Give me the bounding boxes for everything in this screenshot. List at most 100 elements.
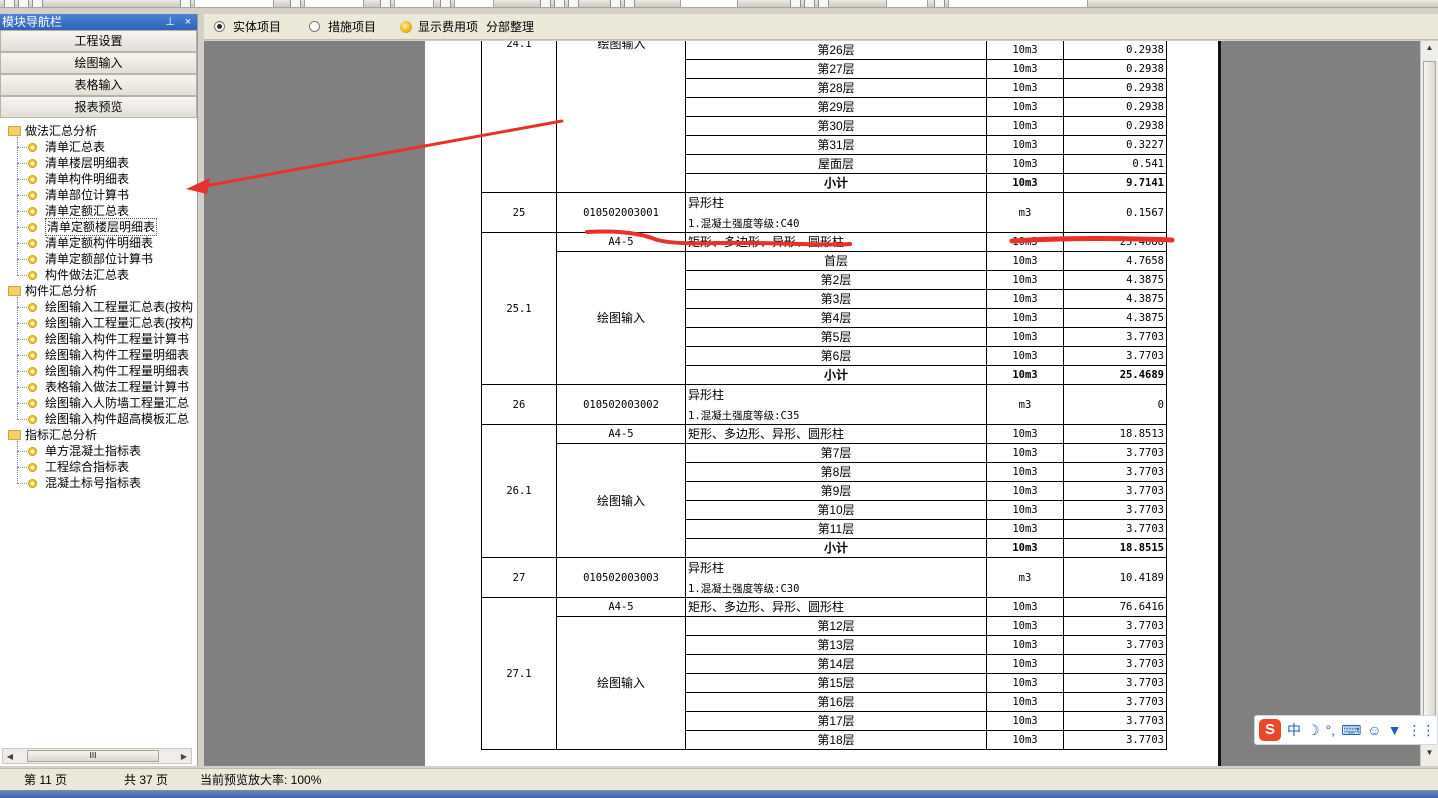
report-settings-button[interactable] [194,0,274,7]
keyboard-icon[interactable]: ⌨ [1341,722,1361,739]
source-cell: 绘图输入 [557,252,686,385]
report-icon[interactable] [290,0,301,7]
scroll-left-icon[interactable]: ◀ [3,752,17,761]
tree-item-label: 绘图输入构件工程量明细表 [45,364,190,378]
zoom-icon[interactable] [818,0,829,7]
tree-item-label: 清单汇总表 [45,140,106,154]
unit-cell: 10m3 [987,252,1064,271]
tree-item[interactable]: 工程综合指标表 [28,459,129,475]
tree-item[interactable]: 绘图输入构件工程量计算书 [28,331,189,347]
scroll-right-icon[interactable]: ▶ [177,752,191,761]
grid-icon[interactable]: ⋮⋮ [1407,722,1435,739]
qty-cell: 3.7703 [1064,617,1167,636]
report-button[interactable] [304,0,364,7]
tree-item[interactable]: 表格输入做法工程量计算书 [28,379,189,395]
moon-icon[interactable]: ☽ [1307,722,1320,739]
report-settings-icon[interactable] [180,0,191,7]
preview-vertical-scrollbar[interactable]: ▲ ▼ [1420,41,1438,766]
module-button-3[interactable]: 报表预览 [0,96,197,118]
open-icon[interactable] [18,0,29,7]
scroll-thumb[interactable]: III [27,750,159,762]
measure-items-radio[interactable]: 措施项目 [309,18,376,35]
tree-item[interactable]: 绘图输入构件超高模板汇总 [28,411,189,427]
vertical-scroll-thumb[interactable] [1423,61,1436,721]
floor-cell: 第7层 [686,444,987,463]
sogou-logo-icon[interactable]: S [1259,719,1281,741]
module-button-0[interactable]: 工程设置 [0,30,197,52]
zoom-input[interactable] [886,0,928,7]
save-icon[interactable] [32,0,43,7]
tree-connector [17,227,27,228]
module-button-2[interactable]: 表格输入 [0,74,197,96]
tree-item[interactable]: 清单定额楼层明细表 [28,218,158,236]
unit-cell: 10m3 [987,271,1064,290]
floor-cell: 第11层 [686,520,987,539]
report-preview-area[interactable]: 24.1 绘图输入 第26层 10m3 0.2938 第27层 10m3 0.2938 第28层… [204,41,1420,766]
print-icon[interactable] [440,0,451,7]
tree-item[interactable]: 绘图输入人防墙工程量汇总 [28,395,189,411]
qty-cell: 3.7703 [1064,501,1167,520]
qty-cell: 18.8513 [1064,425,1167,444]
folder-icon [8,430,21,440]
report-item-icon [28,446,37,456]
folder-icon [8,126,21,136]
subtotal-cell: 25.4689 [1064,366,1167,385]
export-icon[interactable] [380,0,391,7]
page-nav-icon-2[interactable] [624,0,635,7]
sub-id-cell: 26.1 [481,425,557,558]
tree-folder-1[interactable]: 构件汇总分析 [8,283,97,299]
floor-cell: 第2层 [686,271,987,290]
shirt-icon[interactable]: ▼ [1388,722,1402,738]
scroll-up-icon[interactable]: ▲ [1421,43,1438,59]
page-nav-icon[interactable] [610,0,621,7]
tree-item[interactable]: 清单汇总表 [28,139,105,155]
first-page-icon[interactable] [540,0,551,7]
user-icon[interactable]: ☺ [1367,722,1381,738]
tree-item[interactable]: 清单构件明细表 [28,171,129,187]
tree-connector [17,259,27,260]
tree-item[interactable]: 清单定额汇总表 [28,203,129,219]
ime-mode[interactable]: 中 [1287,720,1301,740]
module-button-1[interactable]: 绘图输入 [0,52,197,74]
pin-icon[interactable]: ⊥ [165,14,175,30]
tree-item[interactable]: 清单部位计算书 [28,187,129,203]
unit-cell: 10m3 [987,674,1064,693]
tree-item[interactable]: 混凝土标号指标表 [28,475,141,491]
tree-item[interactable]: 绘图输入构件工程量明细表 [28,347,189,363]
ime-toolbar[interactable]: S 中 ☽ °, ⌨ ☺ ▼ ⋮⋮ [1254,715,1438,745]
zoom-in-icon[interactable] [790,0,801,7]
radio-unchecked-icon[interactable] [309,21,321,32]
scroll-down-icon[interactable]: ▼ [1421,748,1438,764]
tree-folder-2[interactable]: 指标汇总分析 [8,427,97,443]
qty-cell: 0 [1064,385,1167,425]
tree-folder-0[interactable]: 做法汇总分析 [8,123,97,139]
fit-mode-select[interactable] [948,0,1088,7]
new-icon[interactable] [4,0,15,7]
qty-cell: 4.7658 [1064,252,1167,271]
tree-horizontal-scrollbar[interactable]: ◀ III ▶ [2,748,192,764]
fit-icon[interactable] [934,0,945,7]
page-number-input[interactable] [680,0,738,7]
radio-checked-icon[interactable] [214,21,225,32]
print-button[interactable] [454,0,494,7]
tree-item[interactable]: 清单楼层明细表 [28,155,129,171]
show-fee-button[interactable]: 显示费用项 [400,18,478,35]
zoom-out-icon[interactable] [804,0,815,7]
close-icon[interactable]: × [185,14,191,30]
tree-item[interactable]: 绘图输入构件工程量明细表 [28,363,189,379]
tree-item[interactable]: 构件做法汇总表 [28,267,129,283]
entity-items-radio[interactable]: 实体项目 [214,18,281,35]
prev-page-icon[interactable] [554,0,565,7]
tree-item[interactable]: 单方混凝土指标表 [28,443,141,459]
export-button[interactable] [394,0,434,7]
tree-folder-label: 做法汇总分析 [25,124,98,138]
tree-item[interactable]: 绘图输入工程量汇总表(按构 [28,315,193,331]
tree-item[interactable]: 清单定额部位计算书 [28,251,153,267]
next-page-icon[interactable] [568,0,579,7]
tree-item[interactable]: 清单定额构件明细表 [28,235,153,251]
section-sort-button[interactable]: 分部整理 [486,18,534,35]
tree-item[interactable]: 绘图输入工程量汇总表(按构 [28,299,193,315]
qty-cell: 4.3875 [1064,290,1167,309]
report-item-icon [28,206,37,216]
punct-icon[interactable]: °, [1326,722,1336,738]
